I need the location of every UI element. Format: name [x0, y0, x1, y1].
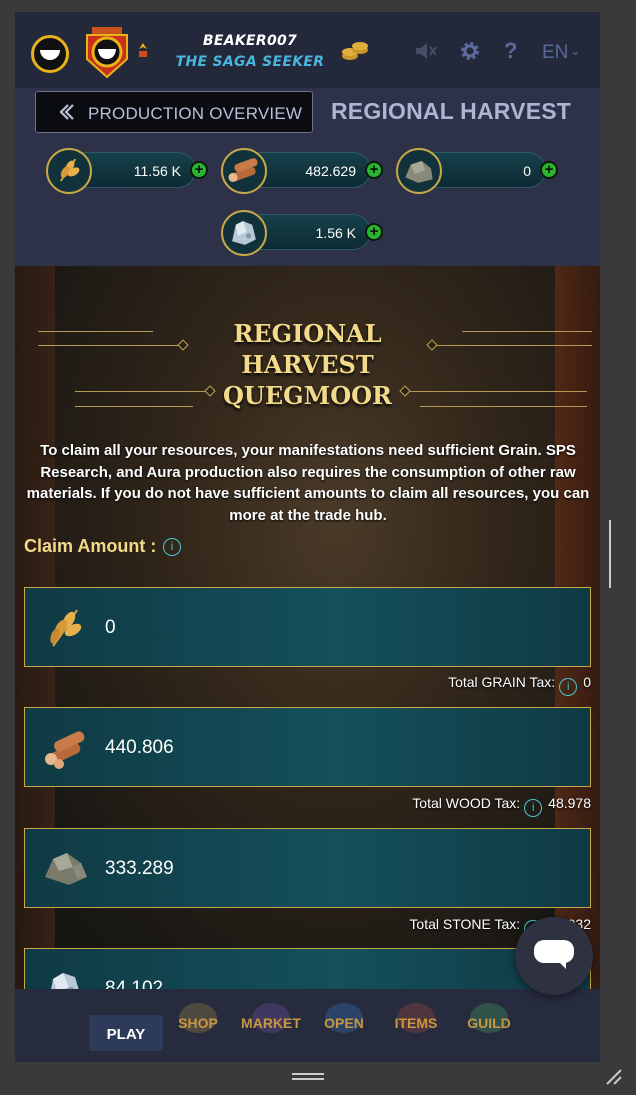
tax-value: 0 — [583, 674, 591, 690]
add-grain-button[interactable]: + — [190, 161, 208, 179]
title-ornament-line — [420, 406, 587, 407]
info-line: more at the trade hub. — [229, 506, 387, 524]
nav-guild-label: GUILD — [467, 1015, 511, 1031]
mute-icon[interactable] — [414, 41, 438, 61]
bottom-nav: PLAY SHOP MARKET OPEN ITEMS GUILD — [15, 989, 600, 1062]
stone-icon — [45, 853, 87, 885]
stone-resource-pill: 0 + — [396, 148, 558, 194]
nav-guild[interactable]: GUILD — [463, 1003, 515, 1043]
iron-claim-card[interactable]: 84.102 — [24, 948, 591, 989]
resize-corner-icon[interactable] — [603, 1066, 623, 1086]
production-overview-label: PRODUCTION OVERVIEW — [88, 104, 303, 123]
add-wood-button[interactable]: + — [365, 161, 383, 179]
stone-claim-amount: 333.289 — [105, 858, 174, 879]
nav-play-label: PLAY — [106, 1026, 146, 1043]
bottom-resize-handle[interactable] — [292, 1073, 324, 1081]
info-line: To claim all your resources, your manife… — [40, 442, 576, 459]
rank-icon — [139, 43, 147, 57]
guild-crest-icon[interactable] — [82, 25, 132, 79]
harvest-title: REGIONAL HARVEST QUEGMOOR — [205, 318, 410, 411]
coins-icon[interactable] — [341, 38, 369, 64]
wood-icon — [221, 148, 267, 194]
title-ornament-line — [407, 391, 587, 392]
tax-label: Total GRAIN Tax: — [448, 674, 556, 690]
grain-tax-row: Total GRAIN Tax: i 0 — [448, 674, 591, 696]
nav-market-label: MARKET — [241, 1015, 301, 1031]
harvest-title-line: QUEGMOOR — [223, 381, 392, 410]
stone-resource-value: 0 — [523, 163, 531, 179]
title-ornament-line — [38, 331, 153, 332]
wood-claim-amount: 440.806 — [105, 737, 174, 758]
title-ornament-line — [435, 345, 592, 346]
grain-resource-pill: 11.56 K + — [46, 148, 208, 194]
help-icon[interactable]: ? — [504, 38, 520, 64]
back-arrow-icon — [59, 104, 74, 120]
grain-resource-value: 11.56 K — [133, 163, 181, 179]
wood-tax-row: Total WOOD Tax: i 48.978 — [412, 795, 591, 817]
iron-claim-amount: 84.102 — [105, 978, 164, 989]
production-overview-tab[interactable]: PRODUCTION OVERVIEW — [35, 91, 313, 133]
app-frame: BEAKER007 THE SAGA SEEKER ? EN ⌄ PRODUCTI… — [15, 12, 600, 1062]
nav-items[interactable]: ITEMS — [391, 1003, 441, 1043]
nav-shop[interactable]: SHOP — [172, 1003, 224, 1043]
info-line: Research, and Aura production also requi… — [40, 463, 576, 481]
harvest-info-text: To claim all your resources, your manife… — [15, 440, 600, 526]
tax-label: Total WOOD Tax: — [412, 795, 521, 811]
language-select[interactable]: EN ⌄ — [542, 42, 580, 64]
info-line: materials. If you do not have sufficient… — [26, 485, 590, 502]
tax-info-icon[interactable]: i — [559, 678, 578, 696]
iron-icon — [221, 210, 267, 256]
tax-info-icon[interactable]: i — [524, 799, 543, 817]
nav-market[interactable]: MARKET — [239, 1003, 303, 1043]
harvest-title-line: HARVEST — [241, 350, 374, 379]
tax-value: 48.978 — [548, 795, 591, 811]
grain-icon — [46, 148, 92, 194]
wood-claim-card[interactable]: 440.806 — [24, 707, 591, 787]
nav-play[interactable]: PLAY — [89, 1015, 163, 1051]
title-ornament-diamond — [177, 339, 189, 351]
chat-button[interactable] — [515, 917, 593, 995]
claim-amount-label: Claim Amount : — [24, 536, 157, 556]
iron-resource-value: 1.56 K — [315, 225, 356, 241]
stone-claim-card[interactable]: 333.289 — [24, 828, 591, 908]
title-ornament-line — [75, 391, 205, 392]
iron-icon — [51, 973, 79, 989]
language-value: EN — [542, 42, 569, 63]
iron-resource-pill: 1.56 K + — [221, 210, 383, 256]
title-ornament-line — [462, 331, 592, 332]
monster-mouth-icon — [40, 50, 60, 60]
tabs-bar: PRODUCTION OVERVIEW REGIONAL HARVEST 11.… — [15, 88, 600, 266]
regional-harvest-panel: REGIONAL HARVEST QUEGMOOR To claim all y… — [15, 266, 600, 989]
nav-shop-label: SHOP — [178, 1015, 218, 1031]
wood-resource-value: 482.629 — [305, 163, 356, 179]
title-ornament-line — [38, 345, 180, 346]
grain-claim-amount: 0 — [105, 617, 116, 638]
add-iron-button[interactable]: + — [365, 223, 383, 241]
side-resize-handle[interactable] — [609, 520, 617, 588]
claim-info-icon[interactable]: i — [163, 538, 181, 556]
grain-icon — [50, 609, 82, 647]
username[interactable]: BEAKER007 — [165, 33, 335, 49]
chat-icon — [534, 940, 574, 963]
regional-harvest-tab[interactable]: REGIONAL HARVEST — [331, 98, 571, 125]
tax-label: Total STONE Tax: — [409, 916, 521, 932]
chat-icon-tail — [558, 961, 566, 969]
stone-icon — [396, 148, 442, 194]
wood-resource-pill: 482.629 + — [221, 148, 383, 194]
chevron-down-icon: ⌄ — [570, 44, 581, 58]
nav-open-label: OPEN — [324, 1015, 364, 1031]
nav-open[interactable]: OPEN — [319, 1003, 369, 1043]
title-ornament-line — [75, 406, 193, 407]
wood-icon — [45, 731, 85, 769]
title-ornament-diamond — [426, 339, 438, 351]
add-stone-button[interactable]: + — [540, 161, 558, 179]
avatar[interactable] — [31, 35, 69, 73]
gear-icon[interactable] — [459, 40, 481, 62]
harvest-title-line: REGIONAL — [233, 319, 382, 348]
user-title: THE SAGA SEEKER — [175, 54, 325, 70]
top-header: BEAKER007 THE SAGA SEEKER ? EN ⌄ — [15, 12, 600, 88]
grain-claim-card[interactable]: 0 — [24, 587, 591, 667]
nav-items-label: ITEMS — [394, 1015, 438, 1031]
